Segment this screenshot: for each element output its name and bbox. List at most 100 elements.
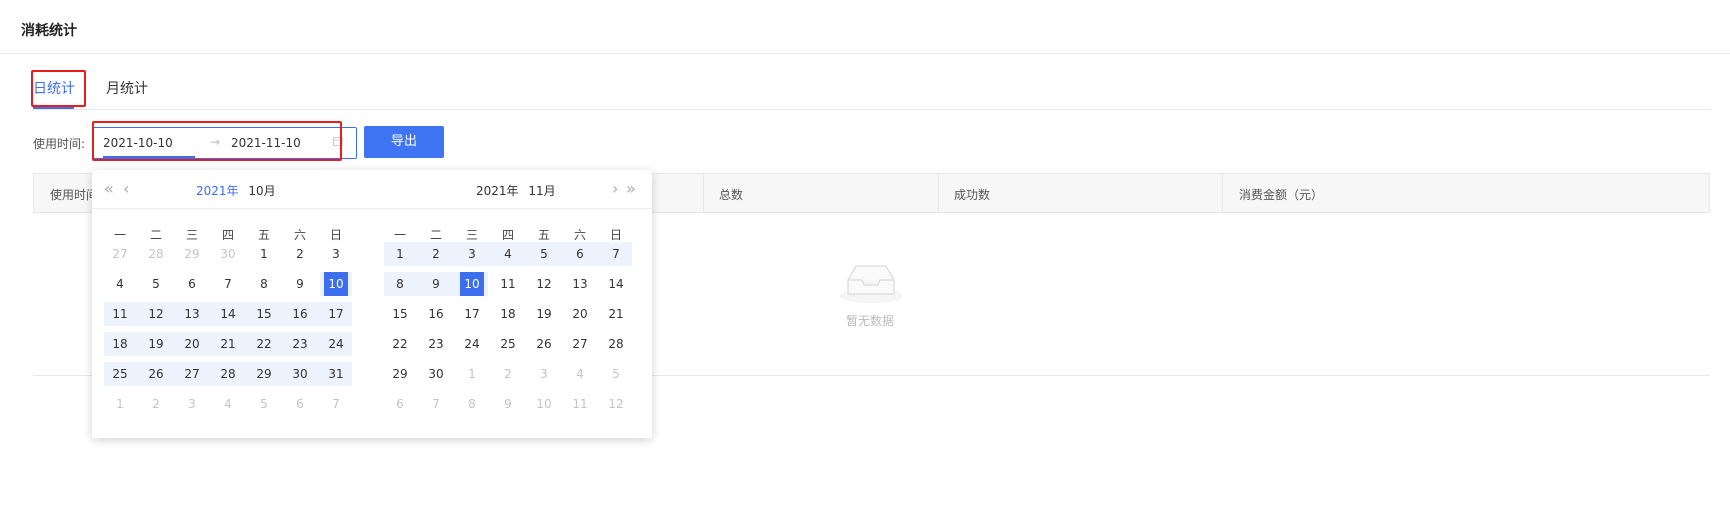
calendar-day[interactable]: 7 xyxy=(324,392,348,416)
calendar-day[interactable]: 19 xyxy=(144,332,168,356)
calendar-day[interactable]: 24 xyxy=(324,332,348,356)
left-month-select[interactable]: 10月 xyxy=(248,184,275,198)
calendar-day[interactable]: 21 xyxy=(604,302,628,326)
weekday-header: 四 xyxy=(501,228,514,242)
prev-year-icon[interactable]: « xyxy=(104,179,114,198)
empty-state-text: 暂无数据 xyxy=(846,314,895,328)
calendar-day[interactable]: 5 xyxy=(144,272,168,296)
calendar-day[interactable]: 6 xyxy=(388,392,412,416)
right-year-select[interactable]: 2021年 xyxy=(476,184,519,198)
calendar-day[interactable]: 6 xyxy=(180,272,204,296)
calendar-day[interactable]: 18 xyxy=(108,332,132,356)
calendar-day[interactable]: 24 xyxy=(460,332,484,356)
calendar-day[interactable]: 1 xyxy=(388,242,412,266)
tab-monthly[interactable]: 月统计 xyxy=(106,78,148,98)
calendar-day[interactable]: 2 xyxy=(496,362,520,386)
calendar-day[interactable]: 8 xyxy=(460,392,484,416)
right-month-select[interactable]: 11月 xyxy=(528,184,555,198)
calendar-day[interactable]: 3 xyxy=(180,392,204,416)
export-button[interactable]: 导出 xyxy=(364,126,444,158)
calendar-day[interactable]: 5 xyxy=(532,242,556,266)
calendar-day[interactable]: 23 xyxy=(288,332,312,356)
calendar-day[interactable]: 15 xyxy=(388,302,412,326)
calendar-day[interactable]: 11 xyxy=(108,302,132,326)
calendar-day[interactable]: 26 xyxy=(532,332,556,356)
calendar-day[interactable]: 8 xyxy=(252,272,276,296)
calendar-day[interactable]: 27 xyxy=(180,362,204,386)
calendar-day[interactable]: 12 xyxy=(144,302,168,326)
calendar-day[interactable]: 22 xyxy=(388,332,412,356)
prev-month-icon[interactable]: ‹ xyxy=(123,179,129,198)
calendar-day[interactable]: 30 xyxy=(216,242,240,266)
calendar-day[interactable]: 29 xyxy=(252,362,276,386)
calendar-day[interactable]: 28 xyxy=(604,332,628,356)
usage-time-label: 使用时间: xyxy=(33,137,86,151)
calendar-day[interactable]: 6 xyxy=(288,392,312,416)
page-title: 消耗统计 xyxy=(21,23,77,39)
calendar-day[interactable]: 8 xyxy=(388,272,412,296)
calendar-day[interactable]: 3 xyxy=(324,242,348,266)
next-month-icon[interactable]: › xyxy=(612,179,618,198)
calendar-day[interactable]: 1 xyxy=(460,362,484,386)
calendar-day[interactable]: 17 xyxy=(324,302,348,326)
calendar-day[interactable]: 21 xyxy=(216,332,240,356)
calendar-day[interactable]: 9 xyxy=(424,272,448,296)
calendar-day[interactable]: 13 xyxy=(568,272,592,296)
calendar-day[interactable]: 26 xyxy=(144,362,168,386)
next-year-icon[interactable]: » xyxy=(626,179,636,198)
calendar-day[interactable]: 14 xyxy=(216,302,240,326)
calendar-day[interactable]: 11 xyxy=(568,392,592,416)
calendar-day[interactable]: 23 xyxy=(424,332,448,356)
calendar-day[interactable]: 28 xyxy=(216,362,240,386)
calendar-day[interactable]: 25 xyxy=(108,362,132,386)
calendar-day[interactable]: 15 xyxy=(252,302,276,326)
calendar-day[interactable]: 2 xyxy=(424,242,448,266)
calendar-day[interactable]: 3 xyxy=(460,242,484,266)
column-separator xyxy=(1222,174,1223,212)
calendar-day[interactable]: 3 xyxy=(532,362,556,386)
calendar-day[interactable]: 12 xyxy=(604,392,628,416)
calendar-day[interactable]: 30 xyxy=(288,362,312,386)
calendar-day[interactable]: 5 xyxy=(252,392,276,416)
calendar-day[interactable]: 9 xyxy=(496,392,520,416)
calendar-day[interactable]: 1 xyxy=(108,392,132,416)
calendar-day[interactable]: 16 xyxy=(288,302,312,326)
calendar-day[interactable]: 27 xyxy=(568,332,592,356)
calendar-day[interactable]: 28 xyxy=(144,242,168,266)
calendar-day[interactable]: 7 xyxy=(424,392,448,416)
left-year-select[interactable]: 2021年 xyxy=(196,184,239,198)
calendar-day[interactable]: 20 xyxy=(568,302,592,326)
calendar-day[interactable]: 25 xyxy=(496,332,520,356)
tabs-divider xyxy=(33,109,1710,110)
calendar-day[interactable]: 20 xyxy=(180,332,204,356)
calendar-day[interactable]: 10 xyxy=(532,392,556,416)
calendar-day[interactable]: 6 xyxy=(568,242,592,266)
calendar-day[interactable]: 16 xyxy=(424,302,448,326)
calendar-day[interactable]: 18 xyxy=(496,302,520,326)
calendar-day[interactable]: 17 xyxy=(460,302,484,326)
calendar-day[interactable]: 7 xyxy=(604,242,628,266)
calendar-day[interactable]: 5 xyxy=(604,362,628,386)
calendar-day[interactable]: 2 xyxy=(288,242,312,266)
calendar-day[interactable]: 4 xyxy=(568,362,592,386)
calendar-day[interactable]: 4 xyxy=(108,272,132,296)
calendar-day[interactable]: 29 xyxy=(388,362,412,386)
calendar-day[interactable]: 19 xyxy=(532,302,556,326)
calendar-day[interactable]: 31 xyxy=(324,362,348,386)
calendar-day[interactable]: 1 xyxy=(252,242,276,266)
calendar-day[interactable]: 9 xyxy=(288,272,312,296)
calendar-day[interactable]: 30 xyxy=(424,362,448,386)
calendar-day[interactable]: 2 xyxy=(144,392,168,416)
calendar-day[interactable]: 11 xyxy=(496,272,520,296)
calendar-day[interactable]: 29 xyxy=(180,242,204,266)
calendar-day-selected[interactable]: 10 xyxy=(460,272,484,296)
calendar-day[interactable]: 14 xyxy=(604,272,628,296)
calendar-day[interactable]: 27 xyxy=(108,242,132,266)
calendar-day[interactable]: 13 xyxy=(180,302,204,326)
calendar-day[interactable]: 4 xyxy=(216,392,240,416)
calendar-day[interactable]: 12 xyxy=(532,272,556,296)
calendar-day[interactable]: 7 xyxy=(216,272,240,296)
calendar-day[interactable]: 22 xyxy=(252,332,276,356)
calendar-day-selected[interactable]: 10 xyxy=(324,272,348,296)
calendar-day[interactable]: 4 xyxy=(496,242,520,266)
